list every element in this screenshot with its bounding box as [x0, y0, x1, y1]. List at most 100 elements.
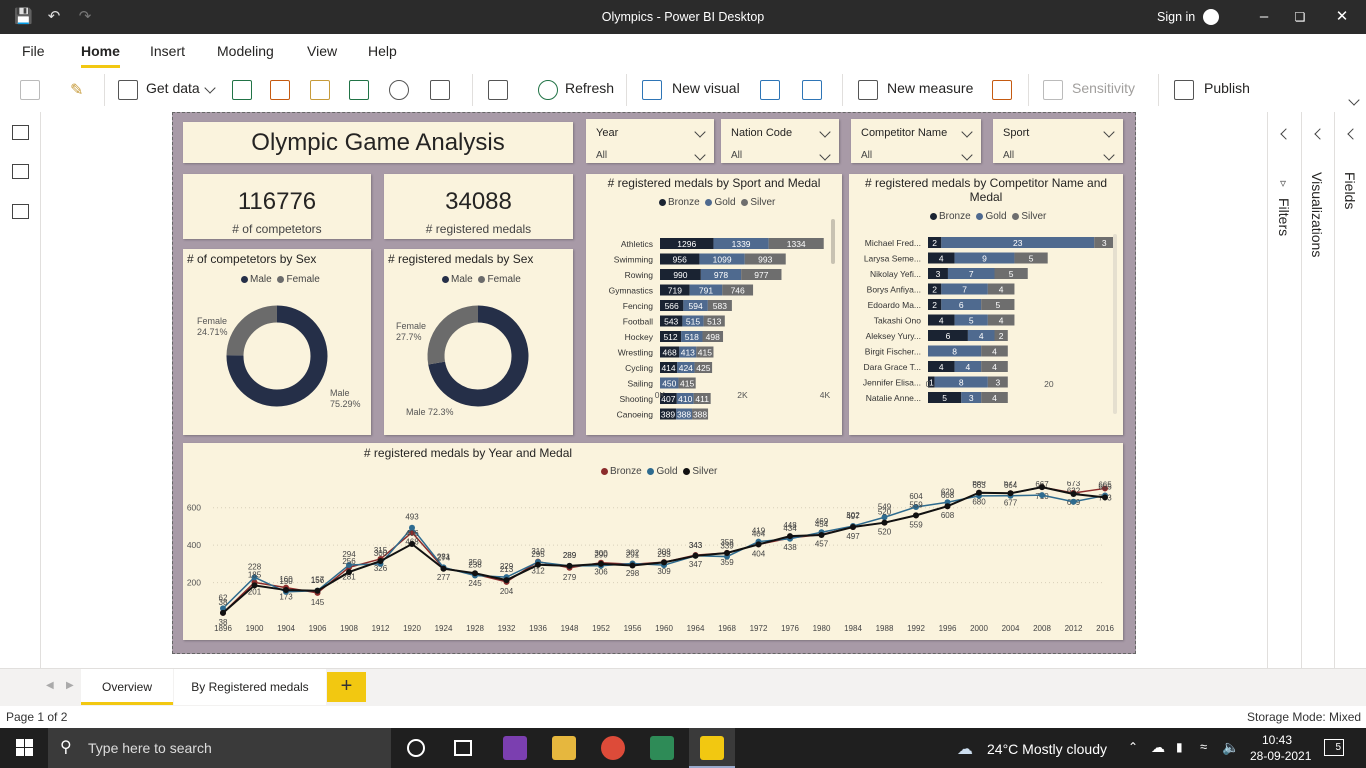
clock-time[interactable]: 10:43 — [1262, 733, 1292, 747]
transform-data-icon[interactable] — [488, 80, 508, 100]
sport-medal-chart-card[interactable]: # registered medals by Sport and Medal B… — [586, 174, 842, 435]
data-label: 655 — [1098, 482, 1112, 491]
weather-text[interactable]: 24°C Mostly cloudy — [987, 741, 1107, 757]
dataverse-icon[interactable] — [389, 80, 409, 100]
refresh-button[interactable]: Refresh — [565, 80, 614, 96]
minimize-icon[interactable]: – — [1252, 6, 1276, 28]
enter-data-icon[interactable] — [349, 80, 369, 100]
text-box-icon[interactable] — [760, 80, 780, 100]
data-view-icon[interactable] — [12, 164, 29, 179]
kpi-card-competitors[interactable]: 116776 # of competetors — [183, 174, 371, 239]
legend-male: Male — [451, 274, 473, 285]
model-view-icon[interactable] — [12, 204, 29, 219]
data-label: 5 — [1009, 269, 1014, 279]
slicer-value[interactable]: All — [596, 150, 607, 161]
x-tick-label: 1932 — [498, 624, 516, 633]
dataset-icon[interactable] — [270, 80, 290, 100]
chevron-down-icon[interactable] — [1103, 149, 1115, 161]
wifi-icon[interactable]: ≈ — [1200, 739, 1207, 754]
data-label: 185 — [248, 570, 262, 579]
data-label-male: 75.29% — [330, 399, 361, 409]
new-visual-button[interactable]: New visual — [672, 80, 740, 96]
file-explorer-icon[interactable] — [552, 736, 576, 760]
report-view-icon[interactable] — [12, 125, 29, 140]
expand-fields-icon[interactable] — [1347, 128, 1359, 140]
chevron-down-icon[interactable] — [1103, 126, 1115, 138]
chevron-down-icon[interactable] — [694, 149, 706, 161]
slicer-year[interactable]: Year All — [586, 119, 714, 163]
chevron-down-icon[interactable] — [204, 82, 216, 94]
chevron-down-icon[interactable] — [819, 126, 831, 138]
legend-bronze: Bronze — [610, 466, 642, 477]
scrollbar[interactable] — [831, 219, 835, 264]
menu-file[interactable]: File — [22, 43, 45, 59]
chevron-down-icon[interactable] — [961, 126, 973, 138]
point-silver — [1070, 491, 1077, 498]
format-painter-icon[interactable]: ✎ — [70, 80, 90, 100]
donut-competitors-card[interactable]: # of competetors by Sex Male Female Male… — [183, 249, 371, 435]
restore-icon[interactable]: ❏ — [1288, 6, 1312, 28]
filters-pane-tab[interactable]: Filters — [1276, 198, 1292, 236]
excel-icon[interactable] — [232, 80, 252, 100]
new-measure-button[interactable]: New measure — [887, 80, 973, 96]
data-label: 415 — [680, 379, 694, 389]
donut-medals-card[interactable]: # registered medals by Sex Male Female M… — [384, 249, 573, 435]
snipping-tool-icon[interactable] — [650, 736, 674, 760]
show-hidden-icons-icon[interactable]: ⌃ — [1128, 740, 1138, 754]
close-icon[interactable]: ✕ — [1330, 6, 1354, 28]
cortana-icon[interactable] — [407, 739, 425, 757]
visualizations-pane-tab[interactable]: Visualizations — [1309, 172, 1325, 257]
battery-icon[interactable]: ▮ — [1176, 740, 1183, 754]
data-label: 3 — [969, 393, 974, 403]
view-rail — [0, 112, 41, 668]
slicer-competitor-name[interactable]: Competitor Name All — [851, 119, 981, 163]
chevron-down-icon[interactable] — [694, 126, 706, 138]
sign-in-link[interactable]: Sign in — [1157, 10, 1195, 24]
menu-help[interactable]: Help — [368, 43, 397, 59]
slicer-nation-code[interactable]: Nation Code All — [721, 119, 839, 163]
avatar[interactable] — [1203, 9, 1219, 25]
sensitivity-button[interactable]: Sensitivity — [1072, 80, 1135, 96]
notifications-icon[interactable]: 5 — [1324, 739, 1344, 756]
slicer-value[interactable]: All — [731, 150, 742, 161]
menu-insert[interactable]: Insert — [150, 43, 185, 59]
recent-sources-icon[interactable] — [430, 80, 450, 100]
data-label: 4 — [966, 362, 971, 372]
windows-start-icon[interactable] — [16, 739, 33, 756]
taskbar-powerbi[interactable] — [689, 728, 735, 768]
onedrive-icon[interactable]: ☁ — [1151, 739, 1165, 756]
add-page-button[interactable]: + — [327, 672, 366, 702]
collapse-ribbon-icon[interactable] — [1348, 94, 1360, 106]
menu-view[interactable]: View — [307, 43, 337, 59]
competitor-medal-chart-card[interactable]: # registered medals by Competitor Name a… — [849, 174, 1123, 435]
slicer-value[interactable]: All — [1003, 150, 1014, 161]
year-medal-chart-card[interactable]: # registered medals by Year and Medal Br… — [183, 443, 1123, 640]
slicer-sport[interactable]: Sport All — [993, 119, 1123, 163]
more-visuals-icon[interactable] — [802, 80, 822, 100]
get-data-button[interactable]: Get data — [146, 80, 200, 96]
publish-button[interactable]: Publish — [1204, 80, 1250, 96]
tab-scroll-right-icon[interactable]: ▶ — [66, 680, 74, 691]
fields-pane-tab[interactable]: Fields — [1342, 172, 1358, 209]
paste-icon[interactable] — [20, 80, 40, 100]
volume-icon[interactable]: 🔈 — [1222, 739, 1239, 756]
scrollbar[interactable] — [1113, 234, 1117, 414]
task-view-icon[interactable] — [454, 740, 472, 756]
tab-by-registered-medals[interactable]: By Registered medals — [174, 669, 326, 705]
chevron-down-icon[interactable] — [819, 149, 831, 161]
chevron-down-icon[interactable] — [961, 149, 973, 161]
taskbar-search-box[interactable]: ⚲ Type here to search — [48, 728, 391, 768]
clock-date[interactable]: 28-09-2021 — [1250, 749, 1311, 763]
menu-modeling[interactable]: Modeling — [217, 43, 274, 59]
chrome-icon[interactable] — [601, 736, 625, 760]
expand-filters-icon[interactable] — [1280, 128, 1292, 140]
tab-overview[interactable]: Overview — [81, 669, 173, 705]
quick-measure-icon[interactable] — [992, 80, 1012, 100]
slicer-value[interactable]: All — [861, 150, 872, 161]
expand-visualizations-icon[interactable] — [1314, 128, 1326, 140]
kpi-card-medals[interactable]: 34088 # registered medals — [384, 174, 573, 239]
onenote-icon[interactable] — [503, 736, 527, 760]
sql-icon[interactable] — [310, 80, 330, 100]
tab-scroll-left-icon[interactable]: ◀ — [46, 680, 54, 691]
menu-home[interactable]: Home — [81, 43, 120, 68]
